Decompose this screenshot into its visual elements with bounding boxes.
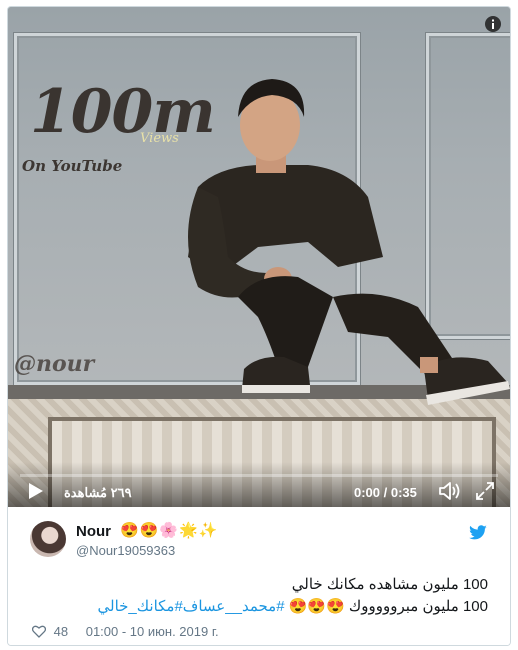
person-figure [188, 79, 510, 405]
progress-bar[interactable] [20, 474, 498, 477]
like-count: 48 [53, 624, 69, 640]
tweet-text-line: 100 مليون مبروووووك 😍😍😍 #محمد__عساف#مكان… [98, 597, 489, 615]
tweet-text-line: 100 مليون مشاهده مكانك خالي [291, 576, 488, 593]
video-controls: ٢٦٩ مُشاهدة 0:00 / 0:35 [8, 462, 510, 507]
tweet-footer: Nour 😍😍🌸🌟✨ @Nour19059363 100 مليون مشاهد… [8, 507, 510, 645]
view-count: ٢٦٩ مُشاهدة [64, 485, 132, 500]
tweet-meta: 48 01:00 - 10 июн. 2019 г. [32, 623, 219, 639]
video-player[interactable]: 100m Views On YouTube @nour ٢٦٩ مُشاهدة … [8, 7, 510, 507]
author-name[interactable]: Nour [76, 523, 111, 540]
play-icon[interactable] [24, 480, 46, 502]
author-emojis: 😍😍🌸🌟✨ [120, 522, 219, 539]
tweet-text: 100 مليون مبروووووك 😍😍😍 [288, 598, 488, 615]
info-icon[interactable] [484, 15, 502, 33]
twitter-bird-icon[interactable] [468, 525, 488, 541]
heart-icon[interactable] [32, 625, 46, 638]
fullscreen-icon[interactable] [474, 480, 496, 502]
time-readout: 0:00 / 0:35 [354, 485, 417, 500]
overlay-youtube-label: On YouTube [22, 157, 123, 175]
tweet-timestamp[interactable]: 01:00 - 10 июн. 2019 г. [86, 624, 219, 639]
watermark: @nour [14, 351, 95, 377]
tweet-card: 100m Views On YouTube @nour ٢٦٩ مُشاهدة … [7, 6, 511, 646]
author-handle[interactable]: @Nour19059363 [76, 543, 175, 558]
volume-icon[interactable] [438, 480, 462, 502]
hashtag-link[interactable]: #محمد__عساف#مكانك_خالي [98, 598, 285, 615]
avatar[interactable] [30, 521, 66, 557]
